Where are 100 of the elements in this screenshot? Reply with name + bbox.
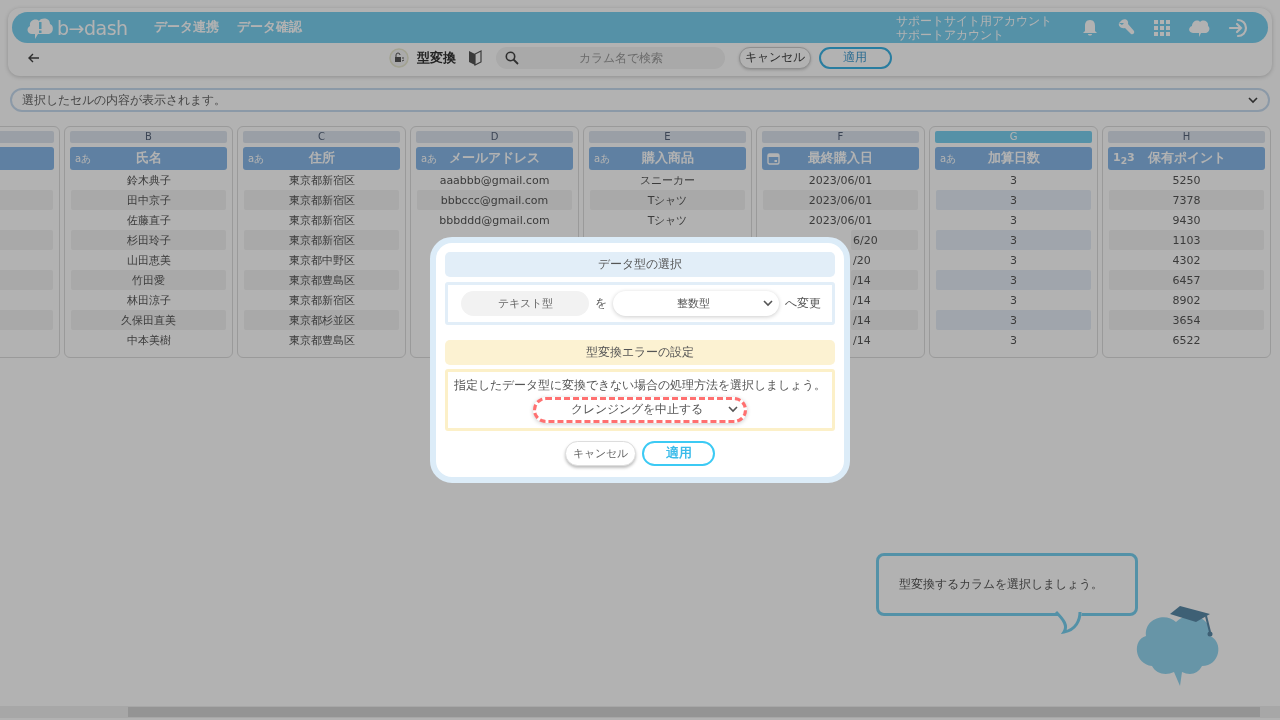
table-cell-text: 3 bbox=[1009, 292, 1018, 309]
column-name: 購入商品 bbox=[641, 150, 694, 167]
table-cell-text: 佐藤直子 bbox=[125, 212, 172, 229]
data-type-icon: aあ bbox=[940, 151, 957, 166]
data-type-icon: aあ bbox=[594, 151, 611, 166]
nav-link[interactable]: データ連携 bbox=[153, 19, 219, 36]
beginner-mark-icon[interactable] bbox=[467, 49, 482, 66]
search-icon bbox=[504, 50, 519, 65]
error-action-select[interactable]: クレンジングを中止する bbox=[533, 396, 747, 423]
section-header: データ型の選択 bbox=[445, 252, 835, 277]
table-cell: /14 bbox=[851, 270, 918, 290]
section-header: 型変換エラーの設定 bbox=[445, 340, 835, 365]
data-type-icon: aあ bbox=[75, 151, 92, 166]
table-cell: 東京都新宿区 bbox=[244, 190, 399, 210]
column-name: 保有ポイント bbox=[1147, 150, 1226, 167]
grid-icon[interactable] bbox=[1154, 19, 1170, 36]
target-type-select[interactable]: 整数型 bbox=[613, 291, 779, 316]
table-cell-text: 東京都中野区 bbox=[287, 252, 356, 269]
column-letter[interactable]: B bbox=[70, 131, 227, 143]
apply-button[interactable]: 適用 bbox=[642, 441, 715, 466]
hint-text: 型変換するカラムを選択しましょう。 bbox=[899, 577, 1103, 592]
nav-link[interactable]: データ確認 bbox=[236, 19, 302, 36]
apply-button[interactable]: 適用 bbox=[818, 46, 892, 69]
column-header[interactable]: 最終購入日 bbox=[762, 147, 919, 170]
table-cell: 杉田玲子 bbox=[71, 230, 226, 250]
table-cell: 東京都豊島区 bbox=[244, 270, 399, 290]
table-cell-text: 9430 bbox=[1171, 212, 1202, 229]
column-header[interactable]: 1$_{2}$3 保有ポイント bbox=[1108, 147, 1265, 170]
column-name: 加算日数 bbox=[987, 150, 1040, 167]
logo-text: b→dash bbox=[57, 16, 128, 39]
chevron-down-icon[interactable] bbox=[1248, 97, 1258, 104]
page-title: 型変換 bbox=[416, 48, 456, 67]
table-cell: 3 bbox=[936, 270, 1091, 290]
column-header[interactable]: aあ 加算日数 bbox=[935, 147, 1092, 170]
table-cell: 2023/06/01 bbox=[763, 190, 918, 210]
table-cell-text: /14 bbox=[852, 292, 872, 309]
column-letter[interactable]: H bbox=[1108, 131, 1265, 143]
table-cell: 3 bbox=[936, 190, 1091, 210]
table-cell-text: bbbddd@gmail.com bbox=[438, 212, 551, 229]
table-cell-text: 3 bbox=[1009, 332, 1018, 349]
table-cell: 1103 bbox=[1109, 230, 1264, 250]
table-cell: 竹田愛 bbox=[71, 270, 226, 290]
table-cell-text: 東京都新宿区 bbox=[287, 212, 356, 229]
column-header[interactable]: aあ 住所 bbox=[243, 147, 400, 170]
table-cell-text: aaabbb@gmail.com bbox=[438, 172, 551, 189]
table-cell-text: /20 bbox=[852, 252, 872, 269]
particle-text: を bbox=[595, 296, 607, 311]
table-cell: 3 bbox=[936, 310, 1091, 330]
table-cell-text: 林田涼子 bbox=[125, 292, 172, 309]
description-text: 指定したデータ型に変換できない場合の処理方法を選択しましょう。 bbox=[454, 377, 826, 393]
bell-icon[interactable] bbox=[1082, 18, 1098, 37]
table-cell-text: 8902 bbox=[1171, 292, 1202, 309]
table-cell: 3 bbox=[936, 230, 1091, 250]
table-cell: Tシャツ bbox=[590, 190, 745, 210]
column-letter[interactable]: F bbox=[762, 131, 919, 143]
column-letter[interactable]: D bbox=[416, 131, 573, 143]
horizontal-scrollbar[interactable] bbox=[0, 706, 1280, 718]
column-letter[interactable]: C bbox=[243, 131, 400, 143]
table-cell-text: 2023/06/01 bbox=[807, 172, 874, 189]
table-cell-text: 中本美樹 bbox=[125, 332, 172, 349]
table-cell-text: 2023/06/01 bbox=[807, 212, 874, 229]
table-cell: 7378 bbox=[1109, 190, 1264, 210]
column-header[interactable]: aあ 氏名 bbox=[70, 147, 227, 170]
logout-icon[interactable] bbox=[1228, 17, 1250, 38]
table-cell-text: 鈴木典子 bbox=[125, 172, 172, 189]
account-site: サポートサイト用アカウント bbox=[896, 13, 1052, 28]
data-type-icon: 1$_{2}$3 bbox=[1113, 150, 1135, 167]
table-cell-text: 東京都新宿区 bbox=[287, 292, 356, 309]
table-cell: 東京都杉並区 bbox=[244, 310, 399, 330]
column-name: 最終購入日 bbox=[808, 150, 873, 167]
cancel-button[interactable]: キャンセル bbox=[738, 46, 811, 69]
column-letter[interactable]: G bbox=[935, 131, 1092, 143]
table-cell: bbbccc@gmail.com bbox=[417, 190, 572, 210]
column-header[interactable]: aあ 購入商品 bbox=[589, 147, 746, 170]
table-cell: 久保田直美 bbox=[71, 310, 226, 330]
source-type-field: テキスト型 bbox=[461, 291, 589, 316]
cell-preview-field[interactable]: 選択したセルの内容が表示されます。 bbox=[10, 88, 1270, 112]
chevron-down-icon bbox=[763, 300, 773, 307]
table-cell-text: 3 bbox=[1009, 172, 1018, 189]
table-cell: 6457 bbox=[1109, 270, 1264, 290]
search-field[interactable]: カラム名で検索 bbox=[495, 46, 725, 69]
table-cell-text: 3 bbox=[1009, 212, 1018, 229]
back-arrow-icon[interactable] bbox=[28, 52, 40, 63]
table-cell-text: 5250 bbox=[1171, 172, 1202, 189]
chevron-down-icon bbox=[728, 406, 738, 413]
data-type-icon: aあ bbox=[421, 151, 438, 166]
table-cell-text: 3 bbox=[1009, 252, 1018, 269]
column-name: メールアドレス bbox=[449, 150, 540, 167]
table-cell: 6/20 bbox=[851, 230, 918, 250]
table-cell-text: 山田恵美 bbox=[125, 252, 172, 269]
calendar-icon bbox=[767, 152, 780, 165]
column-name: 氏名 bbox=[135, 150, 162, 167]
lock-icon[interactable] bbox=[388, 47, 409, 68]
table-cell: 東京都新宿区 bbox=[244, 230, 399, 250]
cancel-button[interactable]: キャンセル bbox=[565, 441, 636, 466]
table-cell: /14 bbox=[851, 310, 918, 330]
table-cell: 3654 bbox=[1109, 310, 1264, 330]
table-cell-text: /14 bbox=[852, 332, 872, 349]
column-letter[interactable]: E bbox=[589, 131, 746, 143]
column-header[interactable]: aあ メールアドレス bbox=[416, 147, 573, 170]
